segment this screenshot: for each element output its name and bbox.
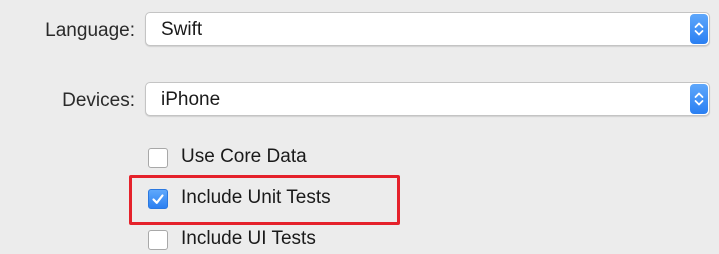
annotation-highlight-box (129, 175, 400, 225)
use-core-data-label: Use Core Data (181, 146, 307, 167)
checkbox-box[interactable] (148, 230, 168, 250)
include-ui-tests-label: Include UI Tests (181, 228, 316, 249)
language-value: Swift (161, 19, 203, 40)
checkbox-box[interactable] (148, 148, 168, 168)
language-label: Language: (45, 20, 135, 41)
devices-label: Devices: (62, 90, 135, 111)
up-down-chevron-icon (690, 14, 708, 44)
devices-value: iPhone (161, 89, 221, 110)
language-popup[interactable]: Swift (145, 12, 710, 46)
up-down-chevron-icon (690, 84, 708, 114)
devices-popup[interactable]: iPhone (145, 82, 710, 116)
